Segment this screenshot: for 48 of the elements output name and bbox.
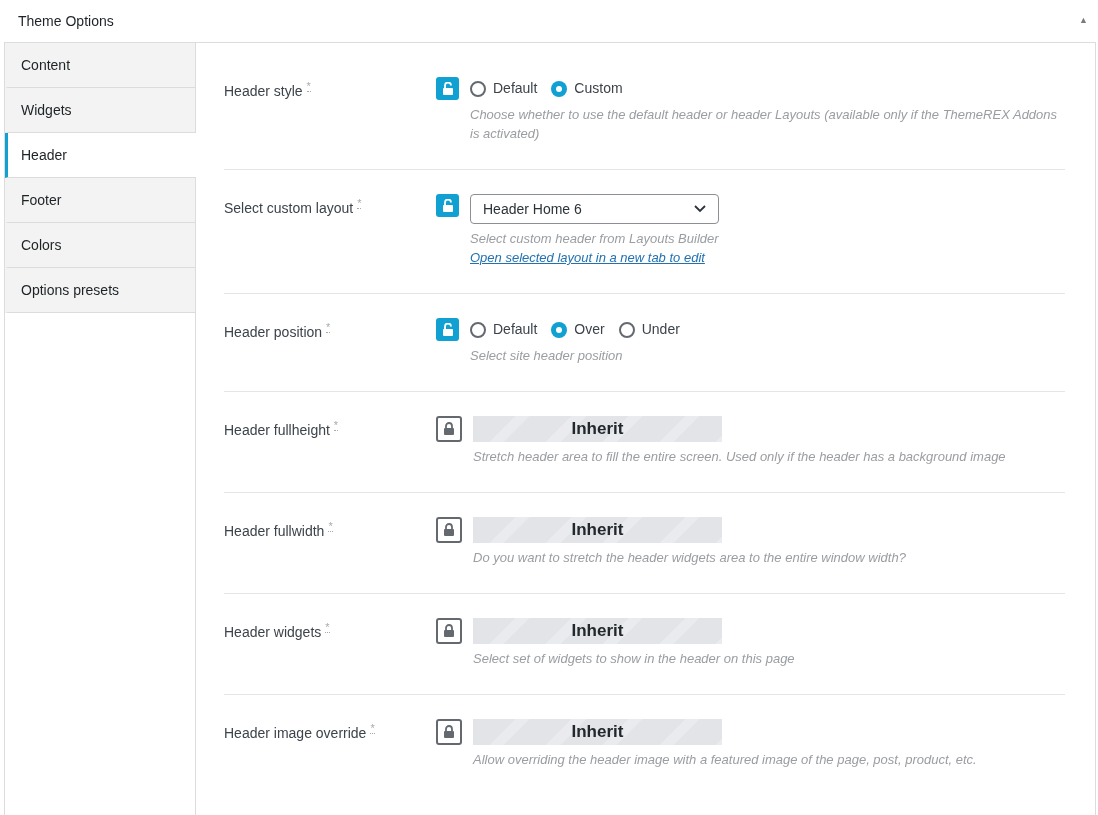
field-label: Header fullheight	[224, 421, 330, 440]
field-label: Select custom layout	[224, 199, 354, 218]
sidebar-tab[interactable]: Options presets	[5, 268, 195, 313]
field-label: Header style	[224, 82, 303, 101]
required-mark: *	[325, 622, 330, 633]
required-mark: *	[357, 198, 362, 209]
field-description: Choose whether to use the default header or header Layouts (available only if the ThemeREX Addons is activated)	[470, 106, 1059, 143]
sidebar-tab[interactable]: Content	[5, 43, 195, 88]
required-mark: *	[328, 521, 333, 532]
lock-icon[interactable]	[436, 416, 462, 442]
inherit-bar: Inherit	[473, 618, 722, 644]
collapse-toggle[interactable]: ▲	[1079, 14, 1088, 28]
unlock-icon[interactable]	[436, 318, 459, 341]
field-description: Select set of widgets to show in the header on this page	[473, 650, 795, 668]
required-mark: *	[333, 420, 339, 431]
panel-title: Theme Options	[18, 11, 114, 31]
lock-icon[interactable]	[436, 719, 462, 745]
edit-layout-link[interactable]: Open selected layout in a new tab to edit	[470, 248, 705, 267]
required-mark: *	[306, 81, 311, 92]
field-label: Header image override	[224, 724, 367, 743]
field-description: Select site header position	[470, 347, 624, 365]
radio-option[interactable]: Under	[618, 319, 680, 340]
field-description: Do you want to stretch the header widgets area to the entire window width?	[473, 549, 906, 567]
inherit-bar: Inherit	[473, 719, 722, 745]
field-description: Stretch header area to fill the entire screen. Used only if the header has a background image	[473, 448, 1006, 466]
radio-option[interactable]: Custom	[551, 78, 623, 99]
field-description: Select custom header from Layouts Builder	[470, 230, 719, 248]
field-label: Header fullwidth	[224, 522, 325, 541]
inherit-bar: Inherit	[473, 517, 722, 543]
sidebar-tab[interactable]: Widgets	[5, 88, 195, 133]
required-mark: *	[370, 723, 375, 734]
required-mark: *	[326, 322, 331, 333]
sidebar-tab[interactable]: Header	[5, 133, 196, 178]
unlock-icon[interactable]	[436, 194, 459, 217]
lock-icon[interactable]	[436, 517, 462, 543]
field-description: Allow overriding the header image with a featured image of the page, post, product, etc.	[473, 751, 977, 769]
radio-option[interactable]: Default	[470, 78, 538, 99]
radio-option[interactable]: Default	[470, 319, 538, 340]
inherit-bar: Inherit	[473, 416, 722, 442]
layout-dropdown[interactable]: Header Home 6	[470, 194, 719, 224]
unlock-icon[interactable]	[436, 77, 459, 100]
sidebar-tab[interactable]: Footer	[5, 178, 195, 223]
field-label: Header widgets	[224, 623, 322, 642]
chevron-down-icon	[694, 205, 706, 213]
lock-icon[interactable]	[436, 618, 462, 644]
radio-option[interactable]: Over	[551, 319, 605, 340]
field-label: Header position	[224, 323, 323, 342]
sidebar-tab[interactable]: Colors	[5, 223, 195, 268]
